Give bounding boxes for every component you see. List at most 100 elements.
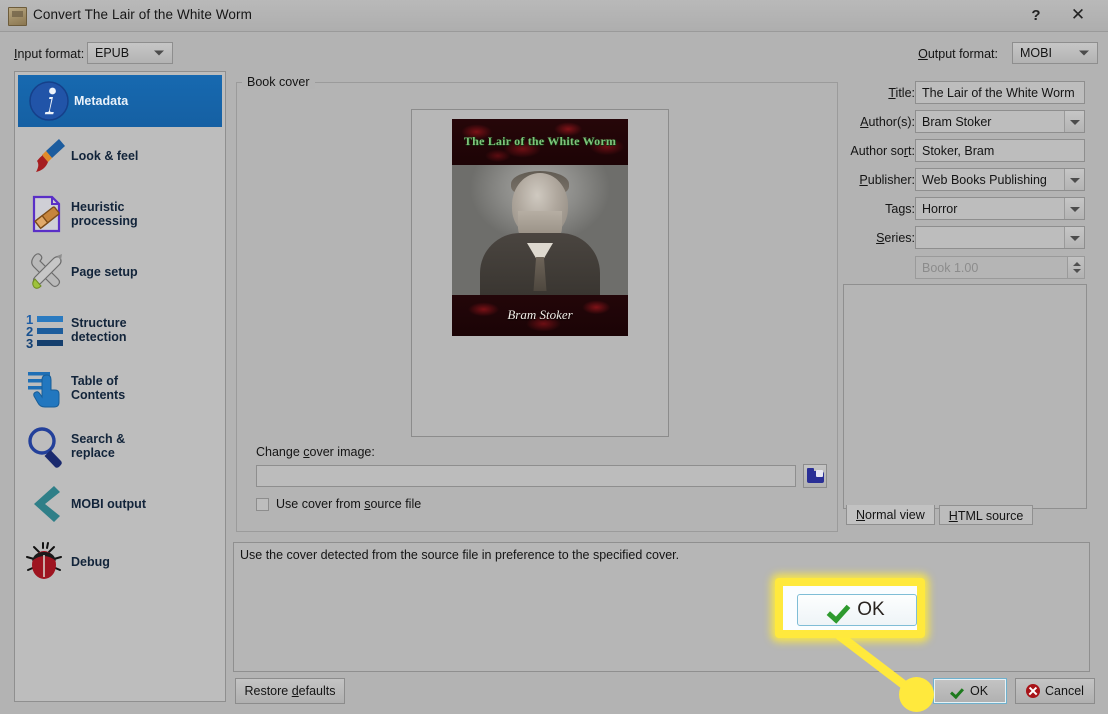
restore-defaults-label: Restore defaults xyxy=(244,684,335,698)
chevron-down-icon[interactable] xyxy=(1064,227,1084,248)
comments-tabs[interactable]: Normal view HTML source xyxy=(846,505,1090,527)
series-field-label: Series: xyxy=(817,231,915,245)
title-field-label: Title: xyxy=(817,86,915,100)
tags-field-value: Horror xyxy=(922,202,957,216)
use-source-cover-row[interactable]: Use cover from source file xyxy=(256,497,421,511)
open-folder-icon xyxy=(807,471,824,483)
sidebar-item-label: Heuristic processing xyxy=(71,200,138,228)
ok-button-label: OK xyxy=(970,684,988,698)
sidebar-item-label: Metadata xyxy=(74,94,128,108)
output-format-value: MOBI xyxy=(1020,46,1052,60)
authors-field-label: Author(s): xyxy=(817,115,915,129)
sidebar-item-search-and-replace[interactable]: Search & replace xyxy=(15,417,225,475)
input-format-value: EPUB xyxy=(95,46,129,60)
use-source-cover-label: Use cover from source file xyxy=(276,497,421,511)
sidebar-item-label: Page setup xyxy=(71,265,138,279)
tab-normal-view[interactable]: Normal view xyxy=(846,505,935,525)
sidebar-item-structure-detection[interactable]: 1 2 3 Structure detection xyxy=(15,301,225,359)
cover-author-text: Bram Stoker xyxy=(452,307,628,323)
paintbrush-icon xyxy=(21,133,71,179)
sidebar-item-heuristic-processing[interactable]: Heuristic processing xyxy=(15,185,225,243)
callout-ok-label: OK xyxy=(857,599,884,621)
sidebar-item-mobi-output[interactable]: MOBI output xyxy=(15,475,225,533)
output-format-label: Output format: xyxy=(918,47,998,61)
restore-defaults-button[interactable]: Restore defaults xyxy=(235,678,345,704)
series-index-spinner[interactable]: Book 1.00 xyxy=(915,256,1085,279)
book-cover-group-title: Book cover xyxy=(242,75,315,89)
chevron-down-icon[interactable] xyxy=(1064,111,1084,132)
callout-anchor-dot xyxy=(899,677,934,712)
comments-editor[interactable] xyxy=(843,284,1087,509)
document-eraser-icon xyxy=(21,191,71,237)
title-field-value: The Lair of the White Worm xyxy=(922,86,1075,100)
series-index-placeholder: Book 1.00 xyxy=(922,261,978,275)
publisher-field[interactable]: Web Books Publishing xyxy=(915,168,1085,191)
chevron-down-icon xyxy=(1079,51,1089,56)
sidebar-item-metadata[interactable]: Metadata xyxy=(18,75,222,127)
tags-field[interactable]: Horror xyxy=(915,197,1085,220)
sidebar-item-label: Structure detection xyxy=(71,316,127,344)
cover-author-band: Bram Stoker xyxy=(452,295,628,336)
window-title: Convert The Lair of the White Worm xyxy=(33,7,252,22)
book-cover-image: The Lair of the White Worm Bram Stoker xyxy=(452,119,628,336)
series-field[interactable] xyxy=(915,226,1085,249)
help-text: Use the cover detected from the source f… xyxy=(240,548,679,562)
ok-button[interactable]: OK xyxy=(933,678,1007,704)
book-icon xyxy=(8,7,27,26)
sidebar-item-table-of-contents[interactable]: Table of Contents xyxy=(15,359,225,417)
chevron-left-icon xyxy=(21,481,71,527)
author-sort-field-value: Stoker, Bram xyxy=(922,144,994,158)
sidebar-item-label: Search & replace xyxy=(71,432,125,460)
callout-ok-button: OK xyxy=(797,594,917,626)
chevron-down-icon xyxy=(154,51,164,56)
sidebar-item-debug[interactable]: Debug xyxy=(15,533,225,591)
output-format-select[interactable]: MOBI xyxy=(1012,42,1098,64)
sidebar-item-label: Debug xyxy=(71,555,110,569)
tab-html-source[interactable]: HTML source xyxy=(939,505,1034,525)
checkmark-icon xyxy=(952,685,965,698)
chevron-down-icon[interactable] xyxy=(1064,198,1084,219)
numbered-list-icon: 1 2 3 xyxy=(21,307,71,353)
chevron-down-icon[interactable] xyxy=(1064,169,1084,190)
callout-highlight: OK xyxy=(775,578,925,638)
tags-field-label: Tags: xyxy=(817,202,915,216)
cancel-x-icon xyxy=(1026,684,1040,698)
hand-list-icon xyxy=(21,365,71,411)
authors-field-value: Bram Stoker xyxy=(922,115,991,129)
publisher-field-value: Web Books Publishing xyxy=(922,173,1047,187)
browse-cover-button[interactable] xyxy=(803,464,827,488)
info-circle-icon xyxy=(24,78,74,124)
title-bar: Convert The Lair of the White Worm ? ✕ xyxy=(0,0,1108,32)
cover-title-band: The Lair of the White Worm xyxy=(452,119,628,165)
sidebar-item-label: Table of Contents xyxy=(71,374,125,402)
wrench-screwdriver-icon xyxy=(21,249,71,295)
close-icon[interactable]: ✕ xyxy=(1062,5,1094,27)
cover-portrait xyxy=(452,165,628,295)
sidebar-item-page-setup[interactable]: Page setup xyxy=(15,243,225,301)
authors-field[interactable]: Bram Stoker xyxy=(915,110,1085,133)
author-sort-field[interactable]: Stoker, Bram xyxy=(915,139,1085,162)
sidebar-item-look-and-feel[interactable]: Look & feel xyxy=(15,127,225,185)
title-field[interactable]: The Lair of the White Worm xyxy=(915,81,1085,104)
help-button[interactable]: ? xyxy=(1020,5,1052,27)
use-source-cover-checkbox[interactable] xyxy=(256,498,269,511)
input-format-label: Input format: xyxy=(14,47,84,61)
cancel-button[interactable]: Cancel xyxy=(1015,678,1095,704)
bug-icon xyxy=(21,539,71,585)
cancel-button-label: Cancel xyxy=(1045,684,1084,698)
spinner-arrows-icon[interactable] xyxy=(1067,257,1084,278)
checkmark-icon xyxy=(829,599,851,621)
author-sort-field-label: Author sort: xyxy=(817,144,915,158)
callout-inner-panel: OK xyxy=(783,586,917,630)
sidebar-item-label: Look & feel xyxy=(71,149,138,163)
cover-path-input[interactable] xyxy=(256,465,796,487)
input-format-select[interactable]: EPUB xyxy=(87,42,173,64)
magnifier-icon xyxy=(21,423,71,469)
settings-sidebar[interactable]: Metadata Look & feel xyxy=(14,71,226,702)
cover-title-text: The Lair of the White Worm xyxy=(452,134,628,149)
change-cover-label: Change cover image: xyxy=(256,445,375,459)
publisher-field-label: Publisher: xyxy=(817,173,915,187)
sidebar-item-label: MOBI output xyxy=(71,497,146,511)
convert-dialog: Convert The Lair of the White Worm ? ✕ I… xyxy=(0,0,1108,714)
svg-text:3: 3 xyxy=(26,336,33,351)
